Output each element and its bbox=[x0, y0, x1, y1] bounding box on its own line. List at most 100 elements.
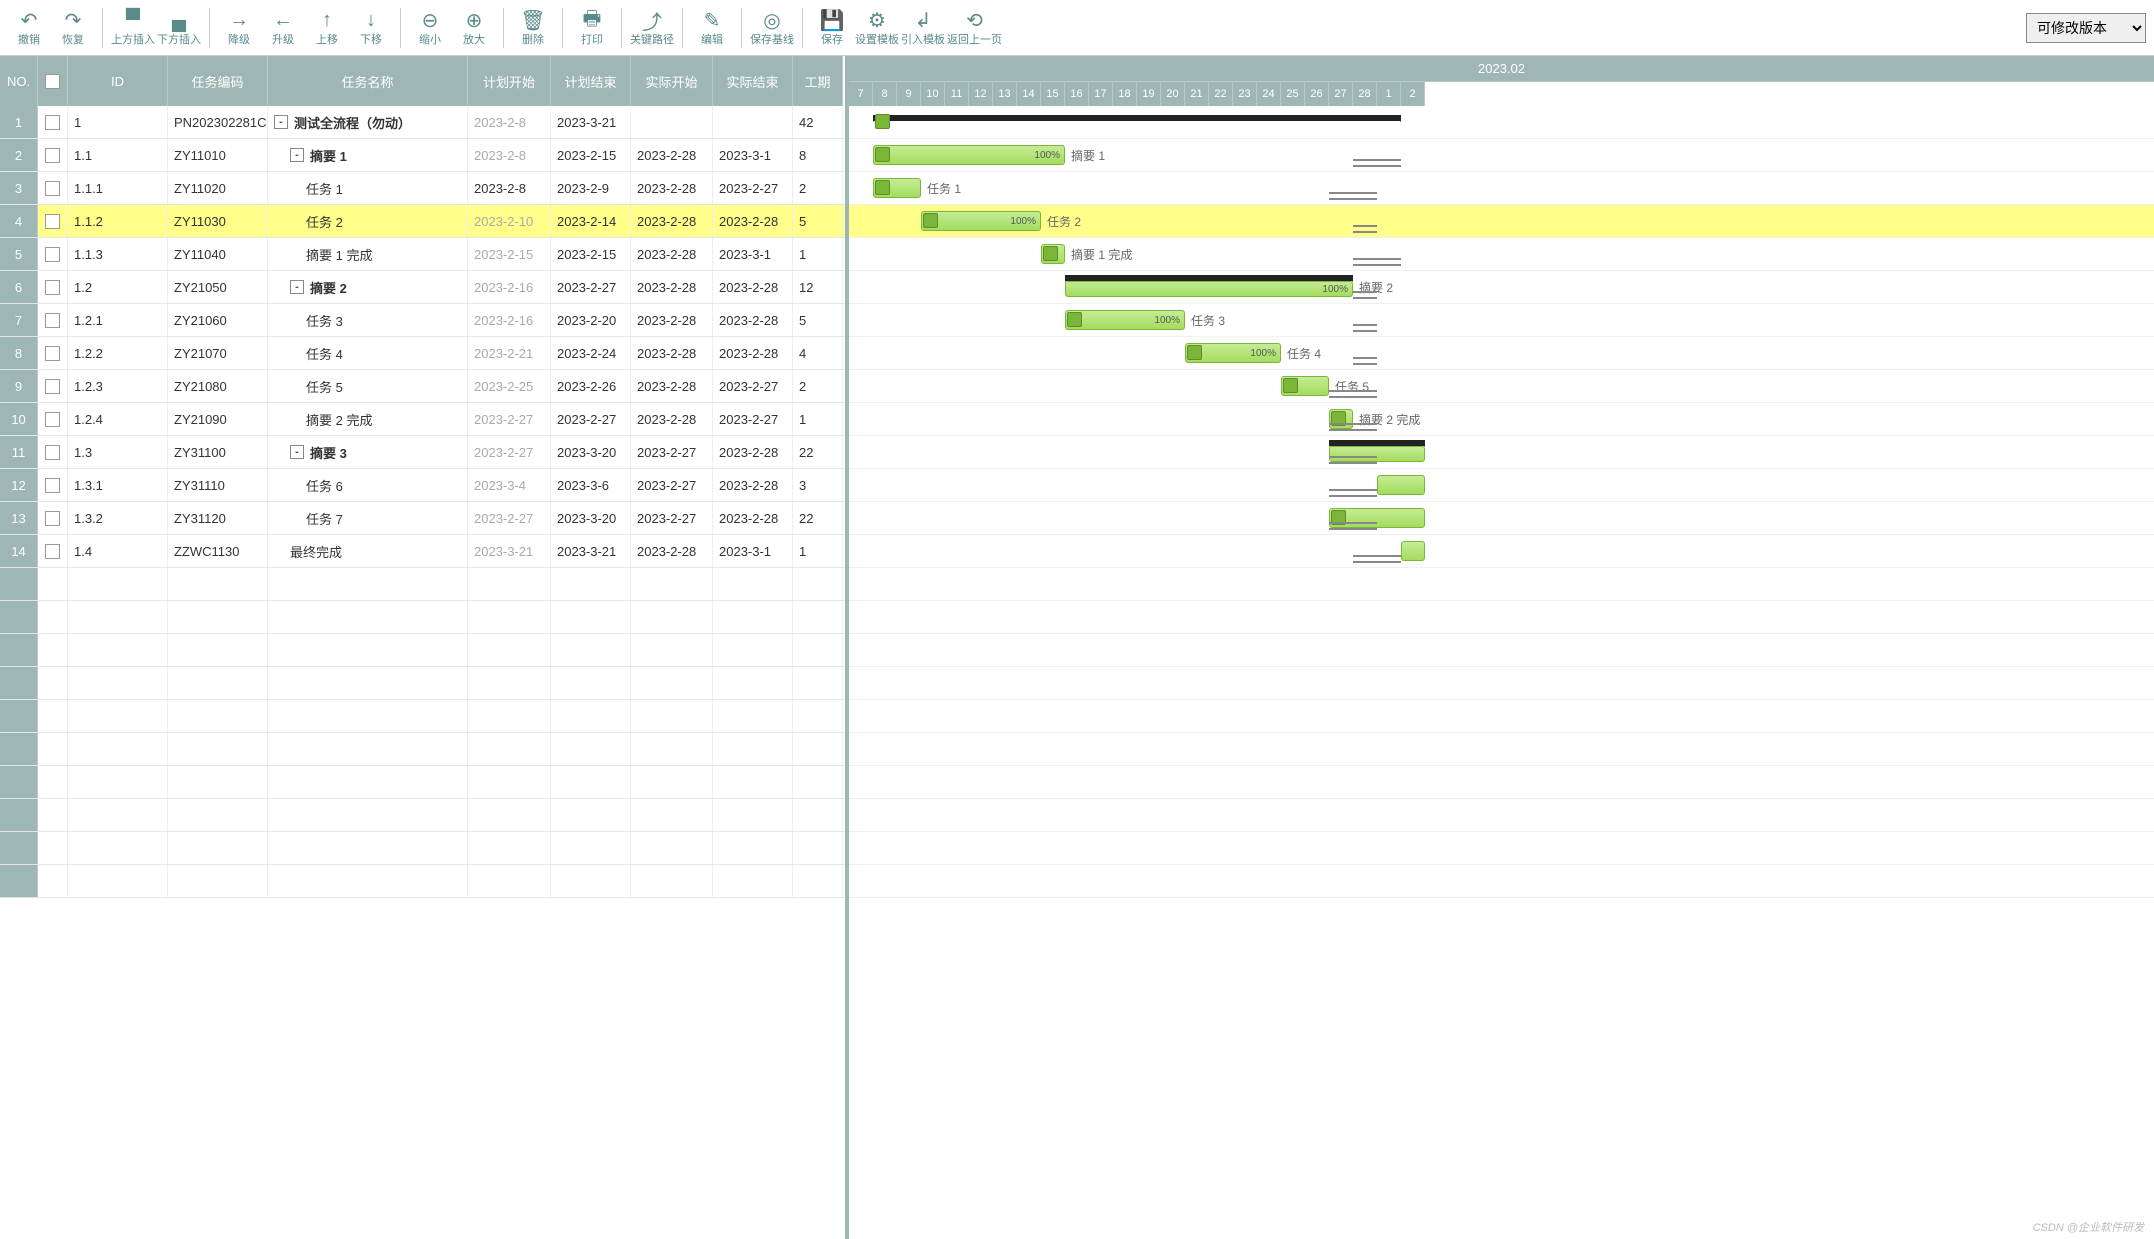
cell-plan-end[interactable]: 2023-2-14 bbox=[551, 205, 631, 237]
grid-row[interactable]: 81.2.2ZY21070任务 42023-2-212023-2-242023-… bbox=[0, 337, 845, 370]
gantt-row[interactable] bbox=[849, 436, 2154, 469]
gantt-row[interactable] bbox=[849, 832, 2154, 865]
cell-plan-end[interactable]: 2023-3-6 bbox=[551, 469, 631, 501]
cell-code[interactable]: PN202302281C bbox=[168, 106, 268, 138]
grid-row[interactable]: 91.2.3ZY21080任务 52023-2-252023-2-262023-… bbox=[0, 370, 845, 403]
cell-plan-end[interactable]: 2023-2-15 bbox=[551, 139, 631, 171]
gantt-marker[interactable] bbox=[1067, 312, 1082, 327]
cell-plan-start[interactable]: 2023-2-27 bbox=[468, 403, 551, 435]
gantt-task-bar[interactable]: 100% bbox=[873, 145, 1065, 165]
cell-duration[interactable]: 12 bbox=[793, 271, 843, 303]
cell-code[interactable]: ZY11030 bbox=[168, 205, 268, 237]
cell-id[interactable]: 1.3.2 bbox=[68, 502, 168, 534]
cell-code[interactable]: ZY21090 bbox=[168, 403, 268, 435]
cell-plan-start[interactable]: 2023-2-8 bbox=[468, 139, 551, 171]
cell-id[interactable]: 1.1.3 bbox=[68, 238, 168, 270]
row-checkbox[interactable] bbox=[45, 544, 60, 559]
gantt-row[interactable] bbox=[849, 634, 2154, 667]
cell-duration[interactable]: 2 bbox=[793, 172, 843, 204]
gantt-task-bar[interactable]: 100% bbox=[1065, 281, 1353, 297]
gantt-marker[interactable] bbox=[1187, 345, 1202, 360]
cell-duration[interactable]: 5 bbox=[793, 304, 843, 336]
row-checkbox[interactable] bbox=[45, 313, 60, 328]
cell-code[interactable]: ZY31120 bbox=[168, 502, 268, 534]
undo-button[interactable]: ↶撤销 bbox=[8, 4, 50, 52]
insert-above-button[interactable]: ▀上方插入 bbox=[111, 4, 155, 52]
cell-code[interactable]: ZY21050 bbox=[168, 271, 268, 303]
cell-actual-start[interactable]: 2023-2-28 bbox=[631, 337, 713, 369]
grid-row[interactable] bbox=[0, 733, 845, 766]
row-checkbox[interactable] bbox=[45, 511, 60, 526]
insert-below-button[interactable]: ▄下方插入 bbox=[157, 4, 201, 52]
cell-actual-start[interactable]: 2023-2-28 bbox=[631, 238, 713, 270]
row-checkbox[interactable] bbox=[45, 247, 60, 262]
row-checkbox[interactable] bbox=[45, 214, 60, 229]
gantt-row[interactable]: 100%摘要 1 bbox=[849, 139, 2154, 172]
cell-plan-start[interactable]: 2023-2-16 bbox=[468, 271, 551, 303]
cell-code[interactable]: ZY31100 bbox=[168, 436, 268, 468]
row-checkbox[interactable] bbox=[45, 280, 60, 295]
cell-plan-start[interactable]: 2023-2-8 bbox=[468, 106, 551, 138]
row-checkbox[interactable] bbox=[45, 115, 60, 130]
row-checkbox[interactable] bbox=[45, 148, 60, 163]
grid-row[interactable] bbox=[0, 799, 845, 832]
cell-actual-end[interactable]: 2023-2-28 bbox=[713, 304, 793, 336]
cell-plan-end[interactable]: 2023-2-24 bbox=[551, 337, 631, 369]
cell-id[interactable]: 1.2.1 bbox=[68, 304, 168, 336]
cell-code[interactable]: ZY11020 bbox=[168, 172, 268, 204]
cell-plan-start[interactable]: 2023-2-8 bbox=[468, 172, 551, 204]
cell-actual-start[interactable] bbox=[631, 106, 713, 138]
expander-icon[interactable]: - bbox=[274, 115, 288, 129]
cell-code[interactable]: ZY11010 bbox=[168, 139, 268, 171]
cell-actual-end[interactable] bbox=[713, 106, 793, 138]
grid-row[interactable] bbox=[0, 667, 845, 700]
cell-name-wrap[interactable]: -摘要 3 bbox=[268, 436, 468, 468]
gantt-marker[interactable] bbox=[875, 147, 890, 162]
redo-button[interactable]: ↷恢复 bbox=[52, 4, 94, 52]
grid-row[interactable]: 71.2.1ZY21060任务 32023-2-162023-2-202023-… bbox=[0, 304, 845, 337]
gantt-row[interactable] bbox=[849, 601, 2154, 634]
gantt-row[interactable]: 摘要 1 完成 bbox=[849, 238, 2154, 271]
back-button[interactable]: ⟲返回上一页 bbox=[947, 4, 1002, 52]
gantt-row[interactable]: 任务 5 bbox=[849, 370, 2154, 403]
gantt-row[interactable] bbox=[849, 106, 2154, 139]
row-checkbox[interactable] bbox=[45, 346, 60, 361]
cell-plan-end[interactable]: 2023-2-27 bbox=[551, 403, 631, 435]
row-checkbox[interactable] bbox=[45, 379, 60, 394]
cell-name-wrap[interactable]: 任务 4 bbox=[268, 337, 468, 369]
cell-actual-end[interactable]: 2023-2-28 bbox=[713, 502, 793, 534]
cell-plan-end[interactable]: 2023-3-21 bbox=[551, 106, 631, 138]
cell-id[interactable]: 1.4 bbox=[68, 535, 168, 567]
cell-plan-end[interactable]: 2023-2-9 bbox=[551, 172, 631, 204]
cell-plan-start[interactable]: 2023-3-21 bbox=[468, 535, 551, 567]
col-code[interactable]: 任务编码 bbox=[168, 56, 268, 106]
cell-plan-end[interactable]: 2023-2-20 bbox=[551, 304, 631, 336]
gantt-row[interactable] bbox=[849, 568, 2154, 601]
gantt-row[interactable] bbox=[849, 733, 2154, 766]
cell-actual-end[interactable]: 2023-2-28 bbox=[713, 469, 793, 501]
gantt-row[interactable]: 100%摘要 2 bbox=[849, 271, 2154, 304]
gantt-row[interactable]: 任务 1 bbox=[849, 172, 2154, 205]
cell-actual-end[interactable]: 2023-2-28 bbox=[713, 337, 793, 369]
cell-actual-start[interactable]: 2023-2-28 bbox=[631, 271, 713, 303]
move-up-button[interactable]: ↑上移 bbox=[306, 4, 348, 52]
cell-id[interactable]: 1.3 bbox=[68, 436, 168, 468]
cell-name-wrap[interactable]: 摘要 2 完成 bbox=[268, 403, 468, 435]
row-checkbox[interactable] bbox=[45, 445, 60, 460]
cell-duration[interactable]: 2 bbox=[793, 370, 843, 402]
grid-row[interactable]: 51.1.3ZY11040摘要 1 完成2023-2-152023-2-1520… bbox=[0, 238, 845, 271]
cell-plan-end[interactable]: 2023-3-21 bbox=[551, 535, 631, 567]
cell-plan-end[interactable]: 2023-3-20 bbox=[551, 436, 631, 468]
cell-actual-end[interactable]: 2023-3-1 bbox=[713, 238, 793, 270]
col-actual-end[interactable]: 实际结束 bbox=[713, 56, 793, 106]
gantt-task-bar[interactable] bbox=[1401, 541, 1425, 561]
cell-plan-start[interactable]: 2023-2-10 bbox=[468, 205, 551, 237]
edit-button[interactable]: ✎编辑 bbox=[691, 4, 733, 52]
cell-code[interactable]: ZY21060 bbox=[168, 304, 268, 336]
gantt-marker[interactable] bbox=[923, 213, 938, 228]
cell-actual-end[interactable]: 2023-3-1 bbox=[713, 535, 793, 567]
save-baseline-button[interactable]: ◎保存基线 bbox=[750, 4, 794, 52]
cell-actual-start[interactable]: 2023-2-28 bbox=[631, 304, 713, 336]
cell-id[interactable]: 1.2.2 bbox=[68, 337, 168, 369]
gantt-marker[interactable] bbox=[1283, 378, 1298, 393]
